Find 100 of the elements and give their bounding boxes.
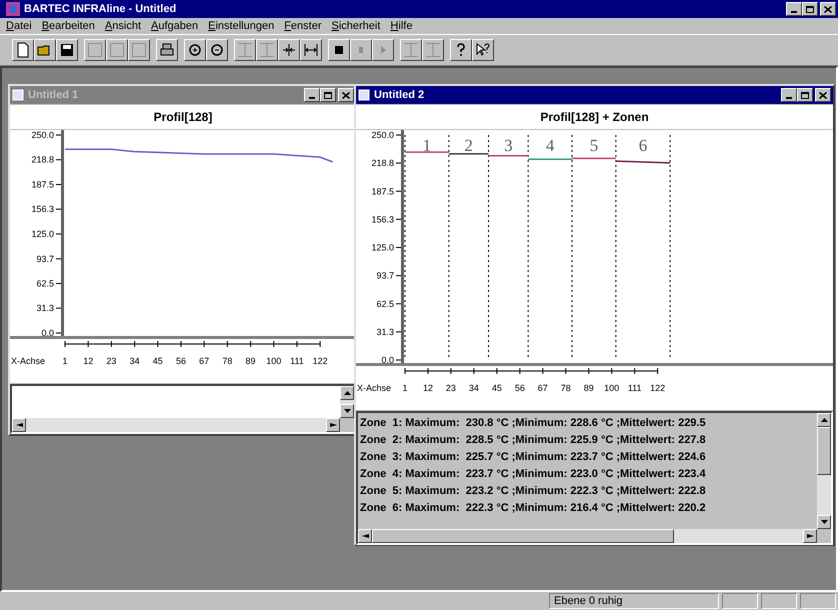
tick-label: 218.8 xyxy=(31,154,54,165)
maximize-button[interactable] xyxy=(797,88,813,102)
close-button[interactable] xyxy=(815,88,831,102)
tick-label: 23 xyxy=(446,383,456,393)
menu-item[interactable]: Hilfe xyxy=(390,20,412,32)
tick-label: 93.7 xyxy=(36,254,54,264)
scrollbar[interactable] xyxy=(358,529,817,543)
tick-label: 125.0 xyxy=(371,242,394,252)
toolbar-button[interactable] xyxy=(156,39,178,61)
list-item[interactable]: Zone 6: Maximum: 222.3 °C ;Minimum: 216.4 °C ;Mittelwert: 220.2 xyxy=(358,500,817,517)
menu-item[interactable]: Datei xyxy=(6,20,32,32)
window-title: Untitled 2 xyxy=(374,89,424,101)
maximize-button[interactable] xyxy=(320,88,336,102)
minimize-button[interactable] xyxy=(786,2,802,16)
chart-title: Profil[128] xyxy=(10,105,356,129)
toolbar-button[interactable] xyxy=(472,39,494,61)
tick-label: 62.5 xyxy=(36,278,54,288)
new-file-icon xyxy=(15,42,31,58)
left-arrow-icon xyxy=(362,534,368,538)
down-arrow-icon xyxy=(344,409,350,413)
toolbar-button[interactable] xyxy=(206,39,228,61)
bar-icon xyxy=(259,42,275,58)
bar-icon xyxy=(425,42,441,58)
tick-label: 1 xyxy=(402,383,408,393)
scroll-up-button[interactable] xyxy=(817,413,831,427)
scroll-thumb[interactable] xyxy=(817,427,831,476)
scroll-thumb[interactable] xyxy=(372,529,674,543)
maximize-button[interactable] xyxy=(802,2,818,16)
list-item[interactable]: Zone 4: Maximum: 223.7 °C ;Minimum: 223.0 °C ;Mittelwert: 223.4 xyxy=(358,466,817,483)
window-title-bar[interactable]: Untitled 2 xyxy=(356,86,833,104)
list-item[interactable]: Zone 3: Maximum: 225.7 °C ;Minimum: 223.7 °C ;Mittelwert: 224.6 xyxy=(358,449,817,466)
tick-label: 31.3 xyxy=(36,303,54,314)
tick-label: 122 xyxy=(650,383,666,393)
tick-label: 156.3 xyxy=(31,204,54,214)
scrollbar[interactable] xyxy=(12,418,340,432)
toolbar-button[interactable] xyxy=(56,39,78,61)
list-item[interactable]: Zone 2: Maximum: 228.5 °C ;Minimum: 225.9 °C ;Mittelwert: 227.8 xyxy=(358,432,817,449)
menu-item[interactable]: Bearbeiten xyxy=(42,20,95,32)
arrows-icon xyxy=(303,42,319,58)
scroll-right-button[interactable] xyxy=(803,529,817,543)
bar-icon xyxy=(237,42,253,58)
right-arrow-icon xyxy=(806,534,814,538)
close-button[interactable] xyxy=(338,88,354,102)
tick-label: 78 xyxy=(222,356,232,366)
tick-label: 187.5 xyxy=(31,180,54,190)
tick-label: 93.7 xyxy=(376,270,394,281)
axis-label: X-Achse xyxy=(11,356,46,366)
scroll-right-button[interactable] xyxy=(326,418,340,432)
tick-label: 0.0 xyxy=(381,355,394,365)
window-title: Untitled 1 xyxy=(28,89,78,101)
tick-label: 100 xyxy=(604,383,620,393)
scroll-down-button[interactable] xyxy=(340,404,354,418)
maximize-icon xyxy=(324,92,332,98)
menu-item[interactable]: Sicherheit xyxy=(332,20,380,32)
tick-label: 156.3 xyxy=(371,214,394,224)
tick-label: 250.0 xyxy=(371,130,394,140)
tick-label: 23 xyxy=(106,356,116,366)
tick-label: 67 xyxy=(538,383,548,393)
document-icon xyxy=(358,89,370,101)
scrollbar[interactable] xyxy=(817,413,831,529)
toolbar-button[interactable] xyxy=(34,39,56,61)
tick-label: 12 xyxy=(422,383,433,393)
tick-label: 34 xyxy=(130,356,140,366)
up-arrow-icon xyxy=(344,391,350,395)
toolbar-button[interactable] xyxy=(12,39,34,61)
list-box[interactable] xyxy=(10,384,356,434)
zone-label: 2 xyxy=(464,136,473,155)
menu-item[interactable]: Fenster xyxy=(284,20,322,32)
minimize-button[interactable] xyxy=(781,88,797,102)
tick-label: 62.5 xyxy=(376,298,394,309)
tick-label: 56 xyxy=(176,356,186,366)
down-arrow-icon xyxy=(820,520,828,524)
toolbar-button[interactable] xyxy=(328,39,350,61)
menu-item[interactable]: Einstellungen xyxy=(208,20,274,32)
menu-item[interactable]: Aufgaben xyxy=(151,20,198,32)
menu-item[interactable]: Ansicht xyxy=(104,20,142,32)
scrollbar[interactable] xyxy=(340,386,354,418)
tick-label: 12 xyxy=(83,356,94,366)
list-item[interactable]: Zone 1: Maximum: 230.8 °C ;Minimum: 228.6 °C ;Mittelwert: 229.5 xyxy=(358,415,817,432)
zoom-out-icon xyxy=(209,42,225,58)
list-box[interactable] xyxy=(356,411,833,545)
list-item[interactable]: Zone 5: Maximum: 223.2 °C ;Minimum: 222.3 °C ;Mittelwert: 222.8 xyxy=(358,483,817,500)
zone-label: 1 xyxy=(422,136,432,155)
scroll-up-button[interactable] xyxy=(340,386,354,400)
tick-label: 78 xyxy=(560,383,571,393)
tick-label: 111 xyxy=(290,356,304,366)
status-text: Ebene 0 ruhig xyxy=(549,593,719,609)
toolbar-button[interactable] xyxy=(300,39,322,61)
toolbar-button[interactable] xyxy=(184,39,206,61)
tick-label: 45 xyxy=(492,383,502,393)
scroll-left-button[interactable] xyxy=(12,418,26,432)
tick-label: 111 xyxy=(628,383,642,393)
close-button[interactable] xyxy=(820,2,836,16)
toolbar-button[interactable] xyxy=(278,39,300,61)
minimize-button[interactable] xyxy=(304,88,320,102)
scroll-left-button[interactable] xyxy=(358,529,372,543)
scroll-down-button[interactable] xyxy=(817,515,831,529)
tick-label: 250.0 xyxy=(31,130,54,140)
toolbar-button[interactable] xyxy=(450,39,472,61)
save-icon xyxy=(59,42,75,58)
